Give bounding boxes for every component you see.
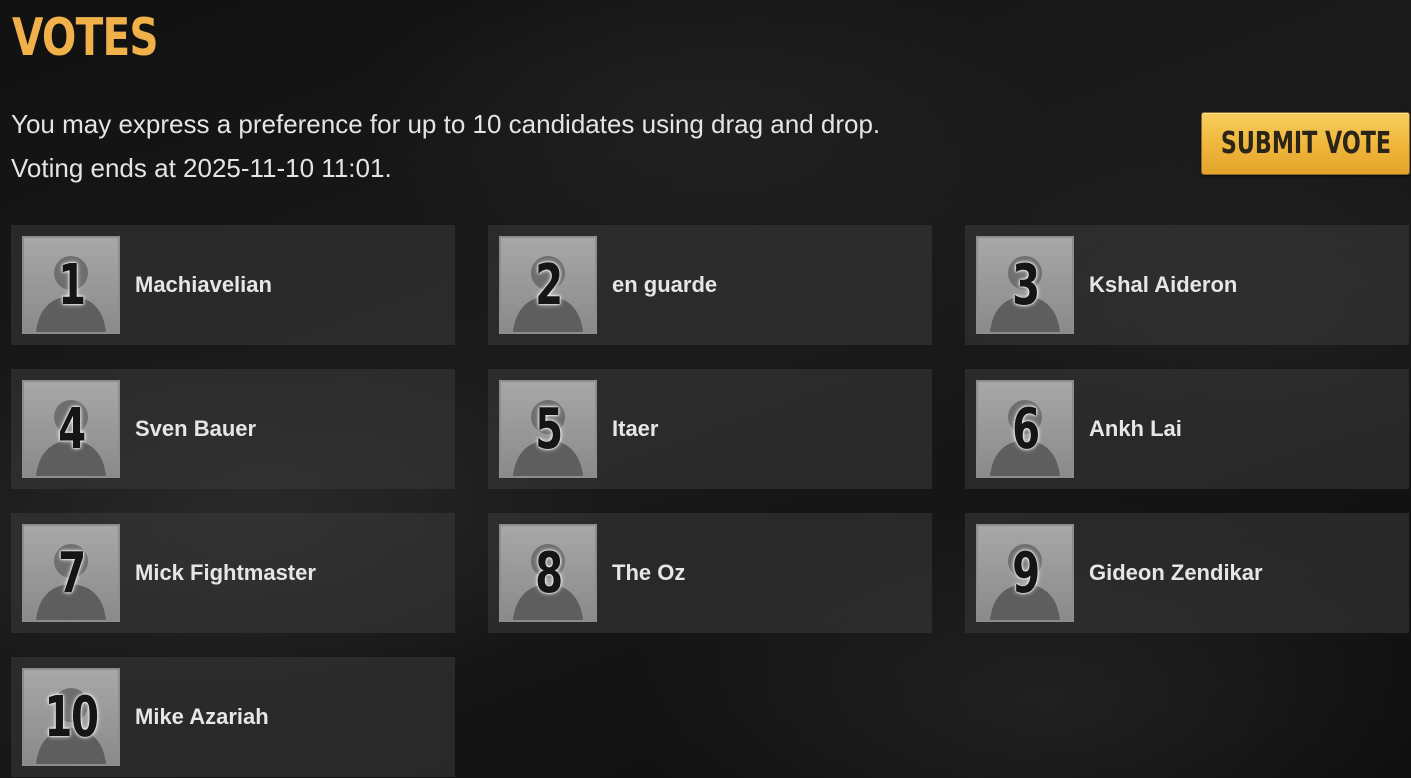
candidate-name: Mike Azariah [135, 704, 269, 729]
rank-number: 9 [1011, 540, 1040, 606]
candidate-portrait: 4 [22, 380, 120, 478]
candidate-card[interactable]: 1 Machiavelian [11, 225, 455, 345]
candidate-card[interactable]: 6 Ankh Lai [965, 369, 1409, 489]
rank-number: 10 [44, 684, 99, 750]
candidate-portrait: 3 [976, 236, 1074, 334]
rank-number: 6 [1011, 396, 1040, 462]
candidate-name: Sven Bauer [135, 416, 257, 441]
candidate-name: Ankh Lai [1089, 416, 1182, 441]
candidate-portrait: 5 [499, 380, 597, 478]
candidate-portrait: 6 [976, 380, 1074, 478]
candidate-card[interactable]: 5 Itaer [488, 369, 932, 489]
voting-instructions: You may express a preference for up to 1… [11, 102, 880, 190]
candidate-name: Mick Fightmaster [135, 560, 316, 585]
candidate-portrait: 7 [22, 524, 120, 622]
candidate-card[interactable]: 8 The Oz [488, 513, 932, 633]
candidate-name: Kshal Aideron [1089, 272, 1238, 297]
candidate-portrait: 8 [499, 524, 597, 622]
rank-number: 5 [534, 396, 563, 462]
candidate-card[interactable]: 3 Kshal Aideron [965, 225, 1409, 345]
candidate-portrait: 10 [22, 668, 120, 766]
candidate-card[interactable]: 9 Gideon Zendikar [965, 513, 1409, 633]
candidate-card[interactable]: 2 en guarde [488, 225, 932, 345]
candidate-name: en guarde [612, 272, 718, 297]
rank-number: 2 [534, 252, 563, 318]
submit-vote-button[interactable]: SUBMIT VOTE [1201, 112, 1410, 175]
rank-number: 8 [534, 540, 563, 606]
submit-vote-label: SUBMIT VOTE [1220, 126, 1391, 161]
candidate-portrait: 2 [499, 236, 597, 334]
candidate-portrait: 1 [22, 236, 120, 334]
rank-number: 3 [1011, 252, 1040, 318]
candidate-name: Machiavelian [135, 272, 272, 297]
candidate-card[interactable]: 10 Mike Azariah [11, 657, 455, 777]
voting-deadline-text: Voting ends at 2025-11-10 11:01. [11, 153, 392, 183]
page-title: VOTES [12, 8, 159, 68]
candidate-card[interactable]: 7 Mick Fightmaster [11, 513, 455, 633]
rank-number: 4 [57, 396, 86, 462]
rank-number: 1 [57, 252, 86, 318]
candidate-name: Gideon Zendikar [1089, 560, 1263, 585]
candidate-name: The Oz [612, 560, 686, 585]
candidate-list: 1 Machiavelian 2 en guarde 3 Kshal Aider… [11, 225, 1411, 777]
instruction-text: You may express a preference for up to 1… [11, 109, 881, 139]
candidate-card[interactable]: 4 Sven Bauer [11, 369, 455, 489]
candidate-portrait: 9 [976, 524, 1074, 622]
rank-number: 7 [57, 540, 86, 606]
candidate-name: Itaer [612, 416, 659, 441]
